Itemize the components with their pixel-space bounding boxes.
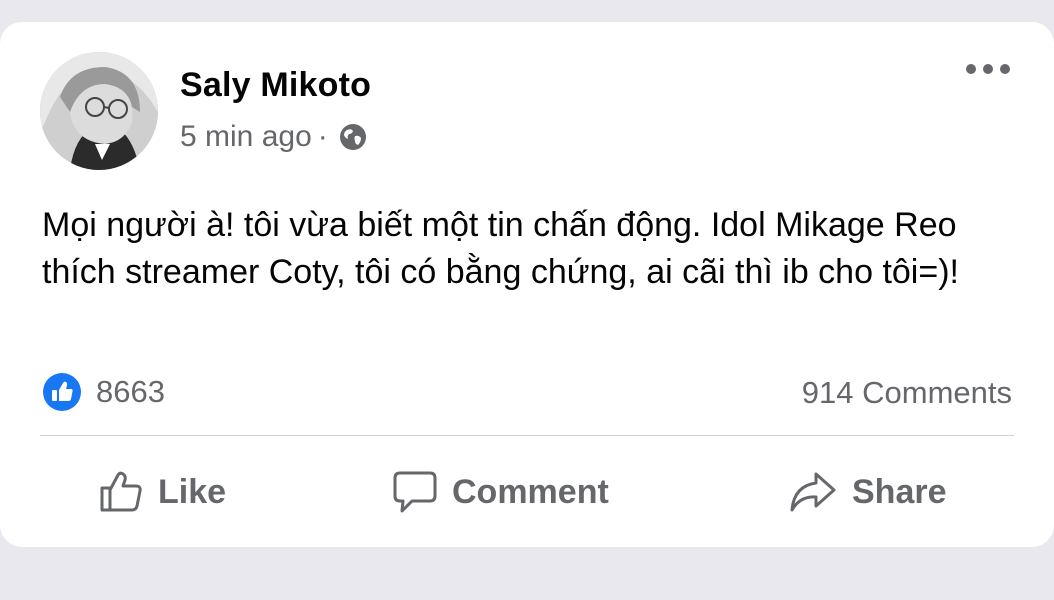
action-bar: Like Comment Share (0, 462, 1054, 522)
share-label: Share (852, 472, 947, 511)
more-dot-icon (1000, 64, 1010, 74)
like-reaction-icon (43, 373, 81, 411)
comment-bubble-icon (393, 471, 437, 513)
avatar-image (40, 52, 158, 170)
more-options-button[interactable] (962, 60, 1014, 78)
meta-separator: · (317, 120, 328, 153)
like-button[interactable]: Like (98, 462, 226, 522)
post-card: Saly Mikoto 5 min ago · Mọi người à! tôi… (0, 22, 1054, 547)
like-count: 8663 (96, 374, 165, 409)
more-dot-icon (983, 64, 993, 74)
reactions-summary[interactable]: 8663 (42, 372, 165, 412)
like-label: Like (158, 472, 227, 511)
thumbs-up-icon (100, 471, 142, 512)
post-meta: 5 min ago · (180, 120, 368, 154)
comments-count[interactable]: 914 Comments (802, 375, 1012, 411)
share-button[interactable]: Share (788, 462, 947, 522)
post-time[interactable]: 5 min ago (180, 120, 312, 154)
avatar[interactable] (40, 52, 158, 170)
post-text: Mọi người à! tôi vừa biết một tin chấn đ… (42, 206, 959, 291)
more-dot-icon (966, 64, 976, 74)
globe-icon (338, 122, 368, 152)
author-name[interactable]: Saly Mikoto (180, 66, 371, 105)
comment-button[interactable]: Comment (392, 462, 609, 522)
comment-label: Comment (452, 472, 609, 511)
share-arrow-icon (790, 472, 836, 512)
divider (40, 435, 1014, 436)
